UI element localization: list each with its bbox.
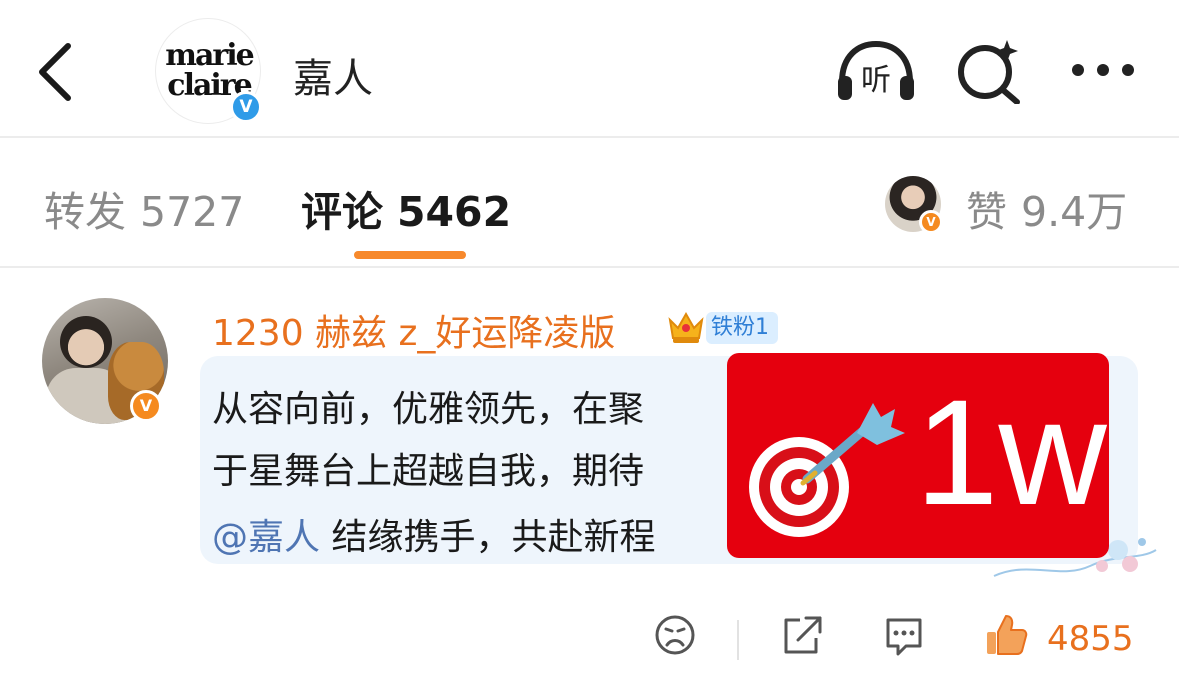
chevron-left-icon[interactable] (30, 40, 80, 104)
action-separator (737, 620, 739, 660)
active-tab-indicator (354, 251, 466, 259)
tab-comment-label: 评论 (301, 188, 383, 236)
liker-avatar[interactable]: V (885, 176, 943, 234)
comment-text-line: @嘉人 结缘携手，共赴新程 (212, 508, 655, 560)
overlay-count-label: 1w (915, 368, 1107, 536)
tab-like-count: 9.4万 (1021, 188, 1128, 236)
fan-level-badge: 铁粉1 (706, 312, 778, 344)
tab-repost-count: 5727 (140, 188, 245, 236)
comment-bubble-icon[interactable] (882, 614, 926, 658)
tab-repost-label: 转发 (44, 188, 126, 236)
bullseye-dart-icon (749, 403, 905, 537)
tab-like-label: 赞 (966, 188, 1007, 236)
tab-comment[interactable]: 评论 5462 (301, 178, 511, 238)
comment-text-line: 于星舞台上超越自我，期待 (212, 451, 645, 492)
headphones-icon[interactable]: 听 (834, 38, 918, 104)
comment-like-count: 4855 (1047, 619, 1134, 659)
frown-face-icon[interactable] (654, 614, 696, 656)
thumbs-up-icon[interactable] (984, 612, 1028, 658)
tab-repost[interactable]: 转发 5727 (44, 178, 244, 238)
tabs-divider (0, 266, 1179, 268)
page-title: 嘉人 (293, 56, 373, 102)
listen-label: 听 (861, 63, 891, 98)
crown-icon (668, 311, 704, 343)
verified-badge-icon: V (919, 210, 943, 234)
search-sparkle-icon[interactable] (955, 38, 1025, 104)
verified-badge-icon: V (130, 390, 162, 422)
comment-text-tail: 结缘携手，共赴新程 (320, 517, 656, 558)
verified-badge-icon: V (230, 91, 262, 123)
comment-text-line: 从容向前，优雅领先，在聚 (212, 389, 645, 430)
share-icon[interactable] (780, 614, 824, 656)
tab-comment-count: 5462 (397, 188, 512, 236)
tab-like[interactable]: 赞 9.4万 (966, 178, 1127, 238)
more-dots-icon[interactable] (1070, 60, 1136, 80)
account-avatar[interactable]: marie claire V (155, 18, 262, 124)
popularity-overlay: 1w (727, 353, 1109, 558)
mention-link[interactable]: @嘉人 (212, 517, 320, 558)
top-bar: marie claire V 嘉人 听 (0, 0, 1179, 138)
commenter-username[interactable]: 1230 赫兹 z_好运降凌版 (212, 304, 615, 356)
header-divider (0, 136, 1179, 138)
